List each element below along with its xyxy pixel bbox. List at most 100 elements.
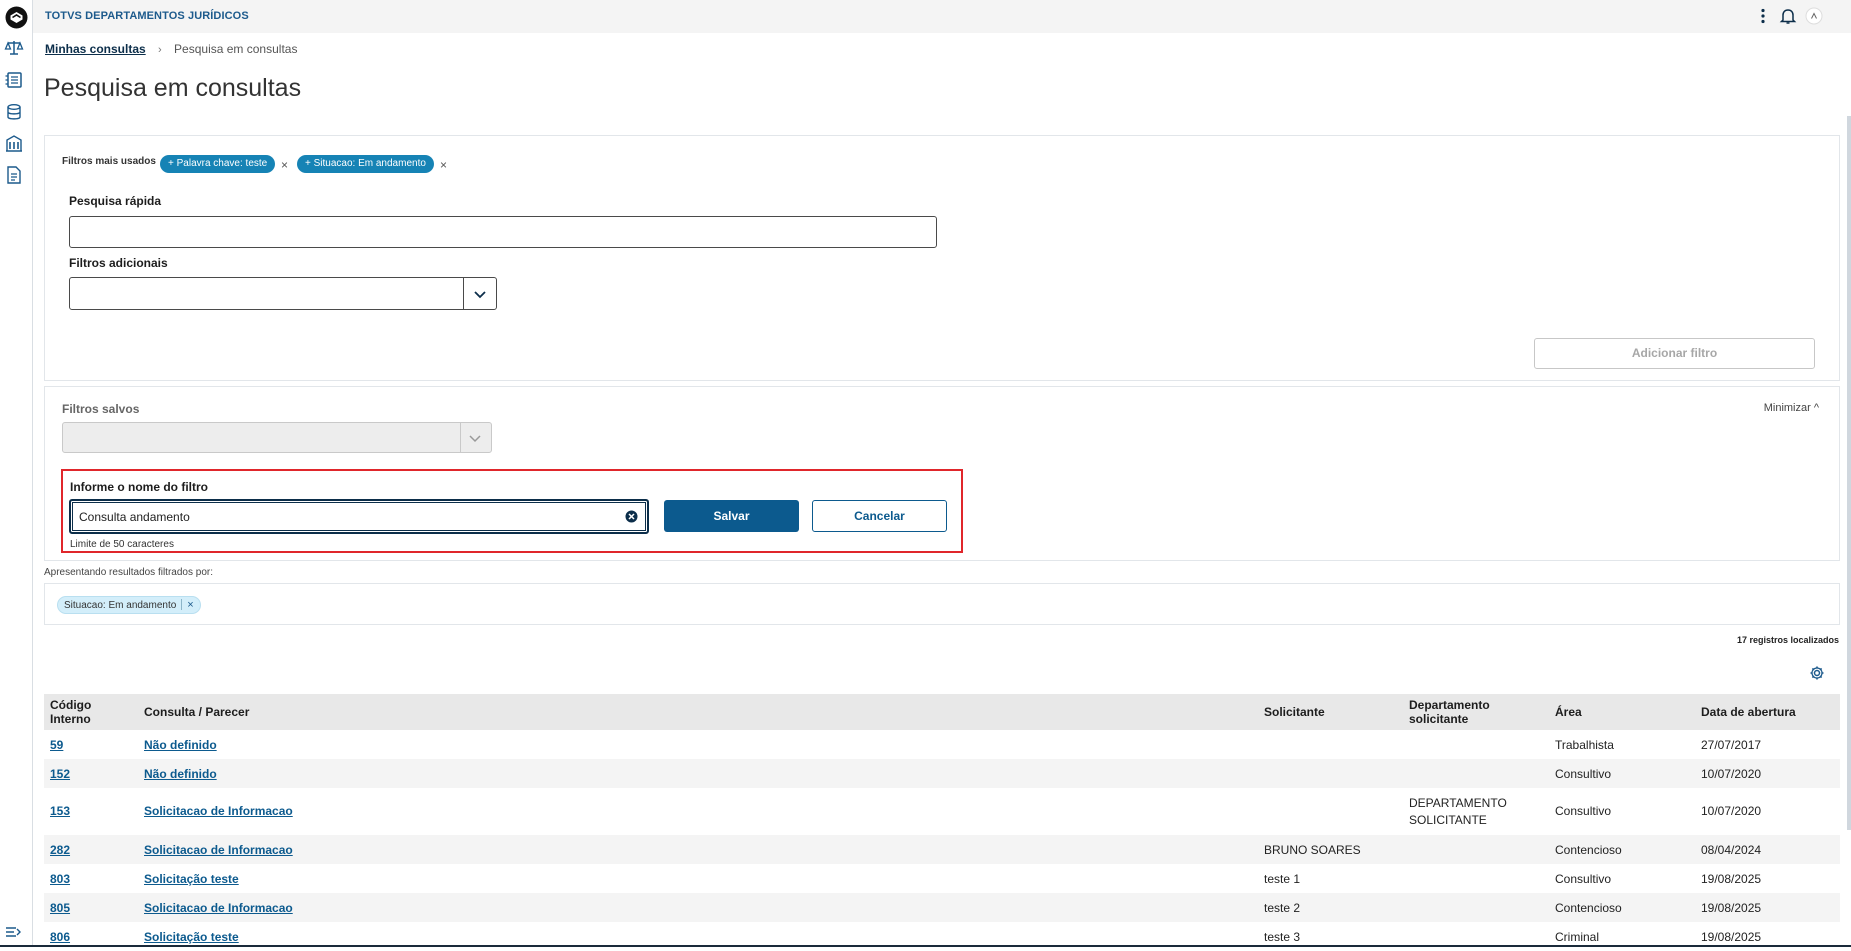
results-filter-label: Apresentando resultados filtrados por: xyxy=(44,567,213,578)
user-icon[interactable] xyxy=(1805,7,1823,25)
quick-search-input[interactable] xyxy=(69,216,937,248)
scrollbar[interactable] xyxy=(1847,116,1851,830)
column-departamento-solicitante[interactable]: Departamento solicitante xyxy=(1403,694,1549,730)
save-filter-form: Informe o nome do filtro Consulta andame… xyxy=(61,469,963,553)
collapse-menu-icon[interactable] xyxy=(4,922,24,942)
chip-separator xyxy=(181,599,182,610)
row-departamento xyxy=(1403,759,1549,788)
table-row: 282 Solicitacao de Informacao BRUNO SOAR… xyxy=(44,835,1840,864)
row-departamento-line: DEPARTAMENTO xyxy=(1409,796,1507,810)
document-icon[interactable] xyxy=(4,165,24,185)
chevron-down-icon[interactable] xyxy=(472,286,488,302)
row-code-link[interactable]: 152 xyxy=(50,767,70,781)
row-consulta-link[interactable]: Solicitacao de Informacao xyxy=(144,901,293,915)
database-icon[interactable] xyxy=(4,102,24,122)
favorite-chip-situacao-close-icon[interactable]: × xyxy=(440,158,447,172)
row-data: 08/04/2024 xyxy=(1695,835,1840,864)
row-consulta-link[interactable]: Não definido xyxy=(144,738,217,752)
row-departamento xyxy=(1403,864,1549,893)
favorite-filters-label: Filtros mais usados xyxy=(62,156,156,167)
gear-icon[interactable] xyxy=(1809,665,1825,681)
table-row: 805 Solicitacao de Informacao teste 2 Co… xyxy=(44,893,1840,922)
additional-filters-select[interactable] xyxy=(69,277,497,310)
row-data: 10/07/2020 xyxy=(1695,759,1840,788)
active-filter-chip[interactable]: Situacao: Em andamento × xyxy=(57,596,201,614)
add-filter-button[interactable]: Adicionar filtro xyxy=(1534,338,1815,369)
scale-icon[interactable] xyxy=(4,38,24,58)
side-navigation xyxy=(0,0,33,947)
filter-name-input[interactable]: Consulta andamento xyxy=(69,499,649,534)
row-data: 19/08/2025 xyxy=(1695,893,1840,922)
logo-icon[interactable] xyxy=(4,5,29,30)
row-consulta-link[interactable]: Solicitação teste xyxy=(144,930,239,944)
building-icon[interactable] xyxy=(4,134,24,154)
row-consulta-link[interactable]: Solicitacao de Informacao xyxy=(144,843,293,857)
row-consulta-link[interactable]: Não definido xyxy=(144,767,217,781)
filter-name-label: Informe o nome do filtro xyxy=(70,480,208,494)
saved-filters-label: Filtros salvos xyxy=(62,402,139,416)
column-area[interactable]: Área xyxy=(1549,694,1695,730)
row-departamento xyxy=(1403,835,1549,864)
breadcrumb-current: Pesquisa em consultas xyxy=(174,42,297,56)
column-data-abertura[interactable]: Data de abertura xyxy=(1695,694,1840,730)
consultas-table: Código Interno Consulta / Parecer Solici… xyxy=(44,694,1840,951)
favorite-chip-situacao[interactable]: + Situacao: Em andamento xyxy=(297,155,434,173)
row-code-link[interactable]: 805 xyxy=(50,901,70,915)
saved-filters-select xyxy=(62,422,492,453)
row-code-link[interactable]: 282 xyxy=(50,843,70,857)
bell-icon[interactable] xyxy=(1779,7,1797,25)
saved-filters-panel: Filtros salvos Minimizar ^ Informe o nom… xyxy=(44,386,1840,561)
more-vertical-icon[interactable] xyxy=(1754,7,1772,25)
row-data: 19/08/2025 xyxy=(1695,864,1840,893)
minimize-button[interactable]: Minimizar ^ xyxy=(1764,402,1819,414)
chevron-down-icon xyxy=(467,430,483,446)
active-filter-chip-label: Situacao: Em andamento xyxy=(64,600,176,611)
row-departamento-line: SOLICITANTE xyxy=(1409,813,1487,827)
table-row: 803 Solicitação teste teste 1 Consultivo… xyxy=(44,864,1840,893)
row-area: Contencioso xyxy=(1549,835,1695,864)
row-consulta-link[interactable]: Solicitacao de Informacao xyxy=(144,804,293,818)
row-solicitante: BRUNO SOARES xyxy=(1258,835,1403,864)
ledger-icon[interactable] xyxy=(4,70,24,90)
active-filters-bar: Situacao: Em andamento × xyxy=(44,583,1840,625)
records-count: 17 registros localizados xyxy=(1737,635,1839,645)
table-row: 152 Não definido Consultivo 10/07/2020 xyxy=(44,759,1840,788)
row-solicitante: teste 2 xyxy=(1258,893,1403,922)
favorite-chip-keyword-close-icon[interactable]: × xyxy=(281,158,288,172)
breadcrumb: Minhas consultas › Pesquisa em consultas xyxy=(45,42,297,56)
table-header-row: Código Interno Consulta / Parecer Solici… xyxy=(44,694,1840,730)
row-solicitante xyxy=(1258,788,1403,835)
row-area: Contencioso xyxy=(1549,893,1695,922)
breadcrumb-separator: › xyxy=(158,44,162,56)
filters-panel: Filtros mais usados + Palavra chave: tes… xyxy=(44,135,1840,381)
row-consulta-link[interactable]: Solicitação teste xyxy=(144,872,239,886)
active-filter-close-icon[interactable]: × xyxy=(187,599,193,611)
breadcrumb-minhas-consultas[interactable]: Minhas consultas xyxy=(45,42,146,56)
column-consulta-parecer[interactable]: Consulta / Parecer xyxy=(138,694,1258,730)
row-data: 27/07/2017 xyxy=(1695,730,1840,759)
clear-input-icon[interactable] xyxy=(625,510,638,523)
filter-name-value: Consulta andamento xyxy=(79,510,190,524)
row-code-link[interactable]: 59 xyxy=(50,738,63,752)
row-area: Consultivo xyxy=(1549,759,1695,788)
app-title: TOTVS DEPARTAMENTOS JURÍDICOS xyxy=(45,10,249,22)
column-solicitante[interactable]: Solicitante xyxy=(1258,694,1403,730)
row-code-link[interactable]: 806 xyxy=(50,930,70,944)
row-area: Consultivo xyxy=(1549,864,1695,893)
column-codigo-interno[interactable]: Código Interno xyxy=(44,694,138,730)
row-solicitante xyxy=(1258,730,1403,759)
save-button[interactable]: Salvar xyxy=(664,500,799,532)
row-departamento xyxy=(1403,730,1549,759)
row-code-link[interactable]: 153 xyxy=(50,804,70,818)
row-solicitante xyxy=(1258,759,1403,788)
row-code-link[interactable]: 803 xyxy=(50,872,70,886)
table-row: 153 Solicitacao de Informacao DEPARTAMEN… xyxy=(44,788,1840,835)
row-data: 10/07/2020 xyxy=(1695,788,1840,835)
cancel-button[interactable]: Cancelar xyxy=(812,500,947,532)
quick-search-label: Pesquisa rápida xyxy=(69,194,161,208)
row-departamento xyxy=(1403,893,1549,922)
select-divider xyxy=(463,278,464,309)
favorite-chip-keyword[interactable]: + Palavra chave: teste xyxy=(160,155,275,173)
page-title: Pesquisa em consultas xyxy=(44,74,301,103)
character-limit-helper: Limite de 50 caracteres xyxy=(70,539,174,550)
